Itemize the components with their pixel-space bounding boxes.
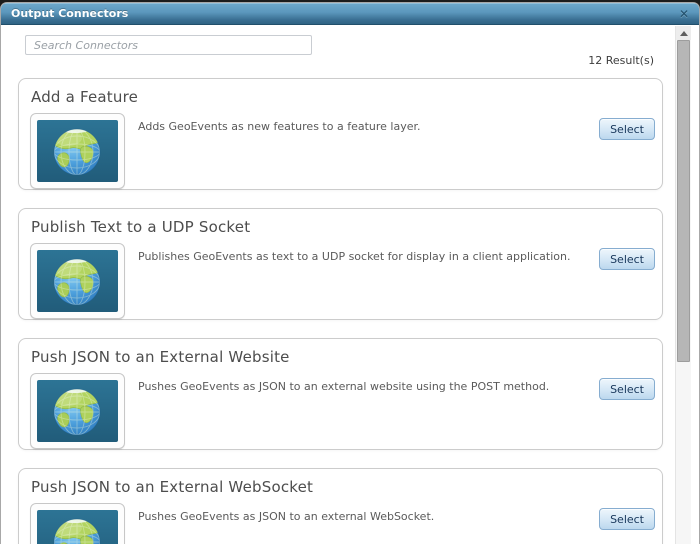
connector-title: Push JSON to an External Website (31, 348, 290, 366)
connector-title: Push JSON to an External WebSocket (31, 478, 314, 496)
output-connectors-dialog: Output Connectors ✕ 12 Result(s) Add a F… (0, 2, 700, 544)
connector-description: Pushes GeoEvents as JSON to an external … (138, 380, 550, 393)
connector-card-add-a-feature: Add a Feature Adds GeoEvents as new feat… (18, 78, 663, 190)
dialog-title: Output Connectors (11, 7, 129, 20)
connector-thumbnail (30, 503, 125, 544)
select-button[interactable]: Select (599, 378, 655, 400)
close-icon[interactable]: ✕ (679, 8, 689, 20)
connector-thumbnail (30, 373, 125, 449)
globe-icon (37, 380, 118, 442)
select-button[interactable]: Select (599, 508, 655, 530)
connector-title: Add a Feature (31, 88, 139, 106)
connector-title: Publish Text to a UDP Socket (31, 218, 251, 236)
connector-card-push-json-website: Push JSON to an External Website Pushes … (18, 338, 663, 450)
globe-icon (37, 510, 118, 544)
scrollbar-thumb[interactable] (677, 40, 690, 362)
dialog-titlebar: Output Connectors ✕ (1, 3, 699, 25)
connector-thumbnail (30, 243, 125, 319)
vertical-scrollbar[interactable] (675, 26, 691, 544)
connector-description: Pushes GeoEvents as JSON to an external … (138, 510, 435, 523)
connector-card-publish-text-udp: Publish Text to a UDP Socket Publishes G… (18, 208, 663, 320)
globe-icon (37, 120, 118, 182)
results-count: 12 Result(s) (588, 54, 654, 67)
search-input[interactable] (25, 35, 312, 55)
chevron-up-icon (679, 30, 688, 36)
select-button[interactable]: Select (599, 118, 655, 140)
connector-description: Publishes GeoEvents as text to a UDP soc… (138, 250, 571, 263)
connector-thumbnail (30, 113, 125, 189)
dialog-content: 12 Result(s) Add a Feature Adds GeoEvent… (1, 26, 699, 544)
select-button[interactable]: Select (599, 248, 655, 270)
connector-card-push-json-websocket: Push JSON to an External WebSocket Pushe… (18, 468, 663, 544)
connector-list: Add a Feature Adds GeoEvents as new feat… (18, 78, 663, 544)
scroll-up-button[interactable] (676, 26, 691, 40)
globe-icon (37, 250, 118, 312)
connector-description: Adds GeoEvents as new features to a feat… (138, 120, 421, 133)
